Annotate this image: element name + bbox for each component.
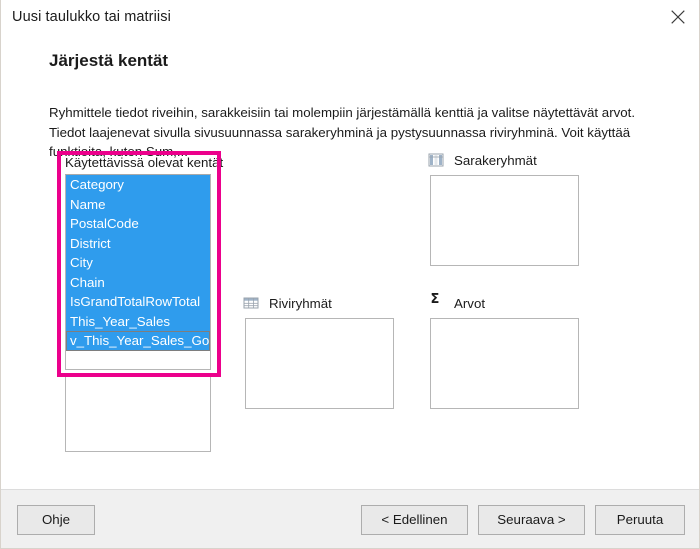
title-bar: Uusi taulukko tai matriisi <box>1 0 699 34</box>
list-item[interactable]: Name <box>66 194 210 214</box>
list-item[interactable]: IsGrandTotalRowTotal <box>66 292 210 312</box>
previous-button[interactable]: < Edellinen <box>361 505 468 535</box>
window-title: Uusi taulukko tai matriisi <box>12 9 171 25</box>
sigma-icon: Σ <box>430 292 440 307</box>
values-dropzone[interactable] <box>430 318 579 409</box>
available-fields-overflow-listbox[interactable] <box>65 376 211 452</box>
row-groups-label: Riviryhmät <box>269 296 332 311</box>
row-groups-dropzone[interactable] <box>245 318 394 409</box>
list-item[interactable]: v_This_Year_Sales_Goal <box>66 331 210 351</box>
row-grid-icon <box>243 295 259 311</box>
list-item[interactable]: Category <box>66 175 210 195</box>
list-item[interactable]: District <box>66 233 210 253</box>
cancel-button[interactable]: Peruuta <box>595 505 685 535</box>
next-button[interactable]: Seuraava > <box>478 505 585 535</box>
help-button[interactable]: Ohje <box>17 505 95 535</box>
available-fields-listbox[interactable]: Category Name PostalCode District City C… <box>65 174 211 370</box>
close-button[interactable] <box>656 0 699 32</box>
column-grid-icon <box>428 152 444 168</box>
list-item[interactable]: City <box>66 253 210 273</box>
new-table-or-matrix-dialog: Uusi taulukko tai matriisi Järjestä kent… <box>0 0 700 549</box>
available-fields-label: Käytettävissä olevat kentät <box>65 155 224 170</box>
page-title: Järjestä kentät <box>49 51 169 70</box>
column-groups-label: Sarakeryhmät <box>454 153 537 168</box>
page-description: Ryhmittele tiedot riveihin, sarakkeisiin… <box>49 105 636 159</box>
list-item[interactable]: PostalCode <box>66 214 210 234</box>
list-item[interactable]: This_Year_Sales <box>66 311 210 331</box>
column-groups-dropzone[interactable] <box>430 175 579 266</box>
values-label: Arvot <box>454 296 486 311</box>
list-item[interactable]: Chain <box>66 272 210 292</box>
